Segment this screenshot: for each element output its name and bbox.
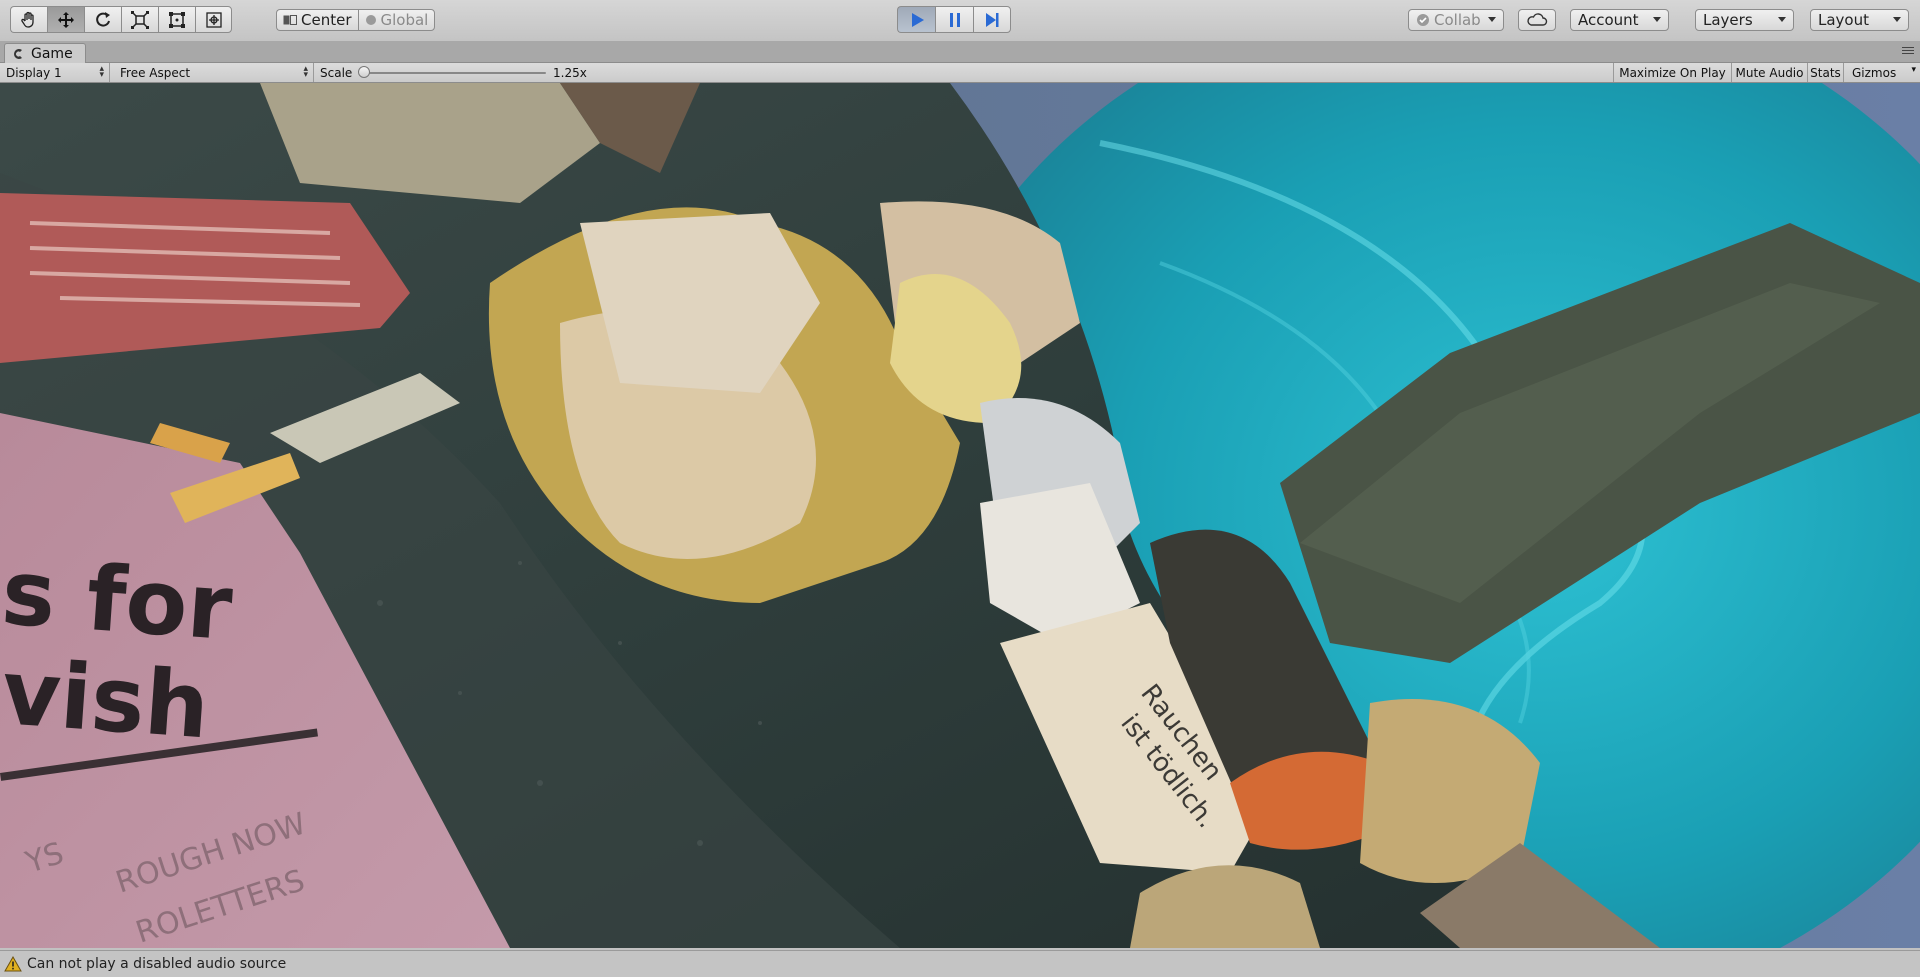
tab-game[interactable]: Game — [4, 43, 86, 63]
cloud-icon — [1527, 13, 1548, 26]
game-controller-icon — [14, 48, 22, 59]
pivot-icon — [283, 15, 297, 25]
hand-icon — [21, 11, 34, 28]
scale-slider-track[interactable] — [362, 72, 546, 74]
hand-tool-button[interactable] — [10, 6, 47, 33]
scale-slider-thumb[interactable] — [358, 66, 370, 78]
mute-label: Mute Audio — [1735, 65, 1804, 80]
maximize-label: Maximize On Play — [1619, 65, 1726, 80]
transform-icon — [205, 11, 222, 28]
rotate-icon — [96, 11, 110, 27]
move-tool-button[interactable] — [47, 6, 84, 33]
warning-icon — [4, 956, 22, 972]
account-label: Account — [1578, 11, 1639, 29]
pivot-global-label: Global — [380, 11, 429, 29]
stats-toggle[interactable]: Stats — [1807, 63, 1843, 82]
scale-value: 1.25x — [553, 66, 587, 80]
pivot-center-button[interactable]: Center — [276, 9, 358, 31]
layers-label: Layers — [1703, 11, 1753, 29]
chevron-down-icon: ▾ — [1911, 65, 1916, 75]
transform-tools — [10, 6, 232, 33]
account-dropdown[interactable]: Account — [1570, 9, 1669, 31]
chevron-down-icon — [1653, 17, 1661, 22]
pause-button[interactable] — [935, 6, 973, 33]
scale-tool-button[interactable] — [121, 6, 158, 33]
game-viewport[interactable]: s for vish YS ROUGH NOW ROLETTERS Rauche… — [0, 83, 1920, 948]
layers-dropdown[interactable]: Layers — [1695, 9, 1794, 31]
gizmos-label: Gizmos — [1852, 65, 1897, 80]
stats-label: Stats — [1810, 65, 1841, 80]
aspect-label: Free Aspect — [120, 65, 191, 80]
rotate-tool-button[interactable] — [84, 6, 121, 33]
pause-icon — [949, 12, 960, 27]
transform-tool-button[interactable] — [195, 6, 232, 33]
aspect-dropdown[interactable]: Free Aspect ▴ ▾ — [114, 63, 314, 82]
mute-audio-toggle[interactable]: Mute Audio — [1731, 63, 1807, 82]
game-view-toolbar: Display 1 ▴ ▾ Free Aspect ▴ ▾ Scale 1.25x … — [0, 63, 1920, 83]
cloud-button[interactable] — [1518, 9, 1556, 31]
play-button[interactable] — [897, 6, 935, 33]
globe-icon — [365, 15, 376, 25]
scale-icon — [131, 10, 149, 29]
updown-arrows-icon: ▴ ▾ — [99, 64, 104, 80]
check-icon — [1417, 14, 1429, 26]
playback-controls — [897, 6, 1011, 33]
step-button[interactable] — [973, 6, 1011, 33]
chevron-down-icon — [1893, 17, 1901, 22]
pivot-toggle: Center Global — [276, 9, 436, 31]
scene-render: s for vish YS ROUGH NOW ROLETTERS Rauche… — [0, 83, 1920, 948]
status-message: Can not play a disabled audio source — [27, 956, 287, 972]
main-toolbar: Center Global Collab Account Layers Layo… — [0, 0, 1920, 42]
play-icon — [911, 12, 924, 27]
tab-game-label: Game — [31, 45, 73, 62]
pivot-center-label: Center — [301, 11, 352, 29]
rect-tool-button[interactable] — [158, 6, 195, 33]
move-arrows-icon — [58, 11, 74, 28]
maximize-on-play-toggle[interactable]: Maximize On Play — [1613, 63, 1731, 82]
chevron-down-icon — [1778, 17, 1786, 22]
collab-dropdown[interactable]: Collab — [1408, 9, 1504, 31]
scale-label: Scale — [320, 66, 353, 80]
step-icon — [986, 12, 999, 27]
display-label: Display 1 — [6, 65, 62, 80]
console-status-bar[interactable]: Can not play a disabled audio source — [0, 950, 1920, 977]
updown-arrows-icon: ▴ ▾ — [303, 64, 308, 80]
collab-label: Collab — [1434, 11, 1481, 29]
pivot-global-button[interactable]: Global — [357, 9, 436, 31]
layout-dropdown[interactable]: Layout — [1810, 9, 1909, 31]
window-tab-bar: Game — [0, 41, 1920, 63]
rect-transform-icon — [169, 11, 185, 28]
panel-menu-icon[interactable] — [1902, 47, 1914, 56]
chevron-down-icon — [1488, 17, 1496, 22]
gizmos-dropdown[interactable]: Gizmos ▾ — [1843, 63, 1920, 82]
layout-label: Layout — [1818, 11, 1869, 29]
poster-line-2: vish — [0, 640, 212, 759]
display-dropdown[interactable]: Display 1 ▴ ▾ — [0, 63, 110, 82]
